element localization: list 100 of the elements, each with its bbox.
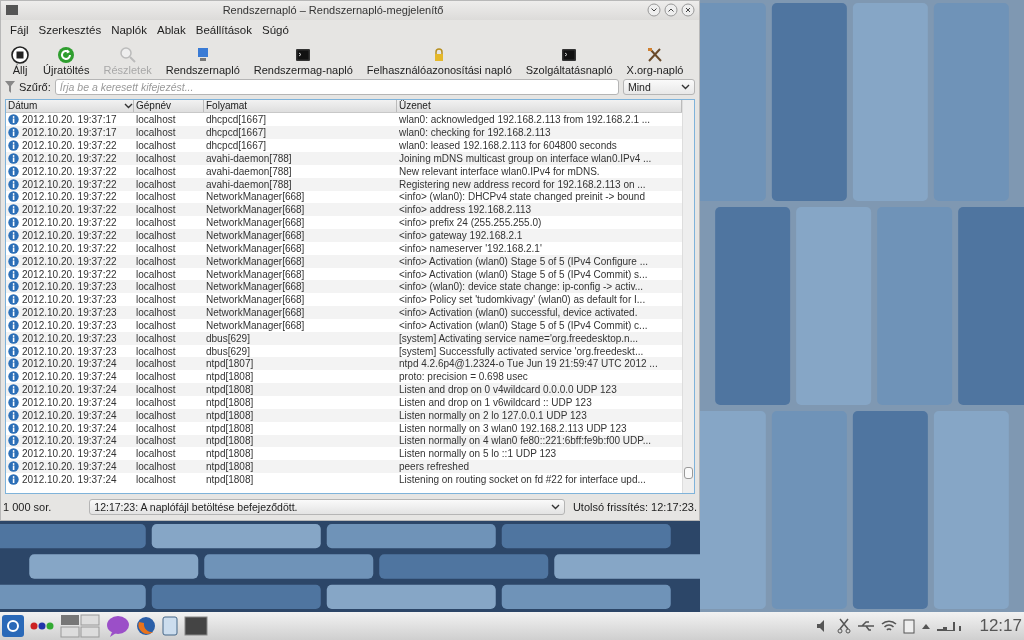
table-cell-text: ntpd[1808] <box>205 384 255 396</box>
table-cell-text: localhost <box>135 435 177 447</box>
toolbar-button[interactable]: Újratöltés <box>37 45 96 76</box>
table-cell-text: localhost <box>135 191 177 203</box>
table-cell-text: <info> prefix 24 (255.255.255.0) <box>398 217 543 229</box>
table-cell-text: localhost <box>135 165 177 177</box>
date-text: 2012.10.20. 19:37:23 <box>22 307 117 319</box>
table-cell-text: NetworkManager[668] <box>205 217 306 229</box>
table-cell-text: dhcpcd[1667] <box>205 114 268 126</box>
usb-icon[interactable] <box>857 620 876 632</box>
table-cell-text: localhost <box>135 332 177 344</box>
menu-item[interactable]: Fájl <box>5 23 34 36</box>
table-cell-text: localhost <box>135 178 177 190</box>
table-cell-text: localhost <box>135 384 177 396</box>
table-cell-text: <info> Activation (wlan0) Stage 5 of 5 (IPv4 Configure ... <box>398 255 650 267</box>
menu-item[interactable]: Ablak <box>152 23 191 36</box>
date-text: 2012.10.20. 19:37:23 <box>22 281 117 293</box>
table-cell-text: localhost <box>135 307 177 319</box>
table-cell-text: dhcpcd[1667] <box>205 140 268 152</box>
scroll-thumb[interactable] <box>684 467 693 480</box>
date-text: 2012.10.20. 19:37:24 <box>22 422 117 434</box>
toolbar-button[interactable]: Felhasználóazonosítási napló <box>360 45 518 76</box>
table-cell-text: localhost <box>135 217 177 229</box>
table-cell-text: ntpd[1807] <box>205 358 255 370</box>
browser-icon[interactable] <box>136 616 156 636</box>
table-cell-text: ntpd[1808] <box>205 396 255 408</box>
filter-field[interactable]: Írja be a keresett kifejezést... <box>54 78 619 95</box>
date-text: 2012.10.20. 19:37:24 <box>22 448 117 460</box>
date-text: 2012.10.20. 19:37:22 <box>22 217 117 229</box>
table-cell-text: localhost <box>135 204 177 216</box>
table-cell-text: localhost <box>135 409 177 421</box>
last-refresh: Utolsó frissítés: 12:17:23. <box>572 501 697 514</box>
table-cell-text: NetworkManager[668] <box>205 255 306 267</box>
toolbar-button[interactable]: Rendszernapló <box>159 45 246 76</box>
toolbar-button[interactable]: X.org-napló <box>620 45 690 76</box>
expand-icon[interactable] <box>921 622 932 630</box>
table-cell-text: NetworkManager[668] <box>205 229 306 241</box>
filter-icon <box>5 80 15 93</box>
table-cell-text: localhost <box>135 371 177 383</box>
scrollbar[interactable] <box>682 100 694 494</box>
toolbar-button[interactable]: Állj <box>5 45 35 76</box>
wifi-icon[interactable] <box>881 619 898 633</box>
date-text: 2012.10.20. 19:37:24 <box>22 358 117 370</box>
toolbar-button[interactable]: Szolgáltatásnapló <box>519 45 619 76</box>
table-cell-text: localhost <box>135 358 177 370</box>
table-cell-text: dbus[629] <box>205 332 251 344</box>
column-header[interactable]: Gépnév <box>134 100 204 113</box>
window-menu-icon[interactable] <box>5 3 19 18</box>
scope-dropdown[interactable]: Mind <box>623 78 695 95</box>
scissors-icon[interactable] <box>837 618 852 634</box>
date-text: 2012.10.20. 19:37:24 <box>22 371 117 383</box>
row-count: 1 000 sor. <box>3 501 52 514</box>
toolbar-button[interactable]: Rendszermag-napló <box>247 45 359 76</box>
date-text: 2012.10.20. 19:37:22 <box>22 152 117 164</box>
date-text: 2012.10.20. 19:37:24 <box>22 409 117 421</box>
launcher-icon[interactable] <box>2 615 24 637</box>
activities-icon[interactable] <box>30 622 54 630</box>
table-cell-text: localhost <box>135 461 177 473</box>
date-text: 2012.10.20. 19:37:22 <box>22 229 117 241</box>
table-cell-text: Listen and drop on 0 v4wildcard 0.0.0.0 UDP 123 <box>398 384 618 396</box>
table-cell-text: [system] Successfully activated service 'org.freedeskt... <box>398 345 645 357</box>
table-cell-text: ntpd[1808] <box>205 409 255 421</box>
window-title: Rendszernapló – Rendszernapló-megjelenítő <box>221 4 445 17</box>
chat-bubble-icon[interactable] <box>106 615 130 637</box>
table-cell-text: <info> Activation (wlan0) successful, device activated. <box>398 307 639 319</box>
table-cell-text: Listen and drop on 1 v6wildcard :: UDP 123 <box>398 396 593 408</box>
table-cell-text: NetworkManager[668] <box>205 307 306 319</box>
table-cell-text: <info> address 192.168.2.113 <box>398 204 533 216</box>
table-cell-text: NetworkManager[668] <box>205 191 306 203</box>
menu-item[interactable]: Súgó <box>257 23 294 36</box>
menu-item[interactable]: Naplók <box>106 23 152 36</box>
clock[interactable]: 12:17 <box>979 616 1022 636</box>
clipboard-icon[interactable] <box>903 618 916 634</box>
date-text: 2012.10.20. 19:37:24 <box>22 396 117 408</box>
table-cell-text: localhost <box>135 152 177 164</box>
column-header[interactable]: Folyamat <box>204 100 397 113</box>
caret-icon <box>681 83 690 90</box>
date-text: 2012.10.20. 19:37:22 <box>22 178 117 190</box>
sort-icon <box>124 103 133 110</box>
status-dropdown[interactable]: 12:17:23: A naplófájl betöltése befejeződött. <box>89 499 565 516</box>
table-cell-text: ntpd[1808] <box>205 371 255 383</box>
reload-icon <box>57 45 76 64</box>
caret-icon <box>550 504 560 511</box>
table-cell-text: localhost <box>135 422 177 434</box>
table-cell-text: <info> (wlan0): device state change: ip-config -> activ... <box>398 281 645 293</box>
pager-icon[interactable] <box>60 614 100 638</box>
close-icon[interactable] <box>681 3 695 18</box>
table-cell-text: Registering new address record for 192.168.2.113 on ... <box>398 178 647 190</box>
column-header[interactable]: Dátum <box>6 100 134 113</box>
table-cell-text: NetworkManager[668] <box>205 268 306 280</box>
stop-icon <box>11 45 29 64</box>
table-cell-text: localhost <box>135 255 177 267</box>
menu-item[interactable]: Beállítások <box>190 23 258 36</box>
table-cell-text: localhost <box>135 396 177 408</box>
table-cell-text: <info> nameserver '192.168.2.1' <box>398 242 543 254</box>
date-text: 2012.10.20. 19:37:22 <box>22 255 117 267</box>
menu-item[interactable]: Szerkesztés <box>33 23 107 36</box>
table-cell-text: localhost <box>135 294 177 306</box>
table-cell-text: localhost <box>135 281 177 293</box>
terminal-icon[interactable] <box>184 616 208 636</box>
